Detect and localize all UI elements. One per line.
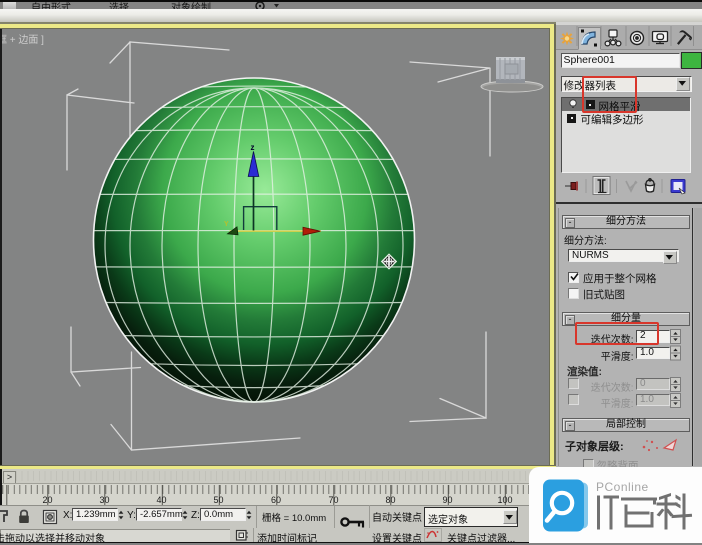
svg-text:PConline: PConline [596, 480, 649, 494]
svg-text:z: z [251, 143, 255, 152]
svg-text:Y: Y [224, 221, 229, 228]
